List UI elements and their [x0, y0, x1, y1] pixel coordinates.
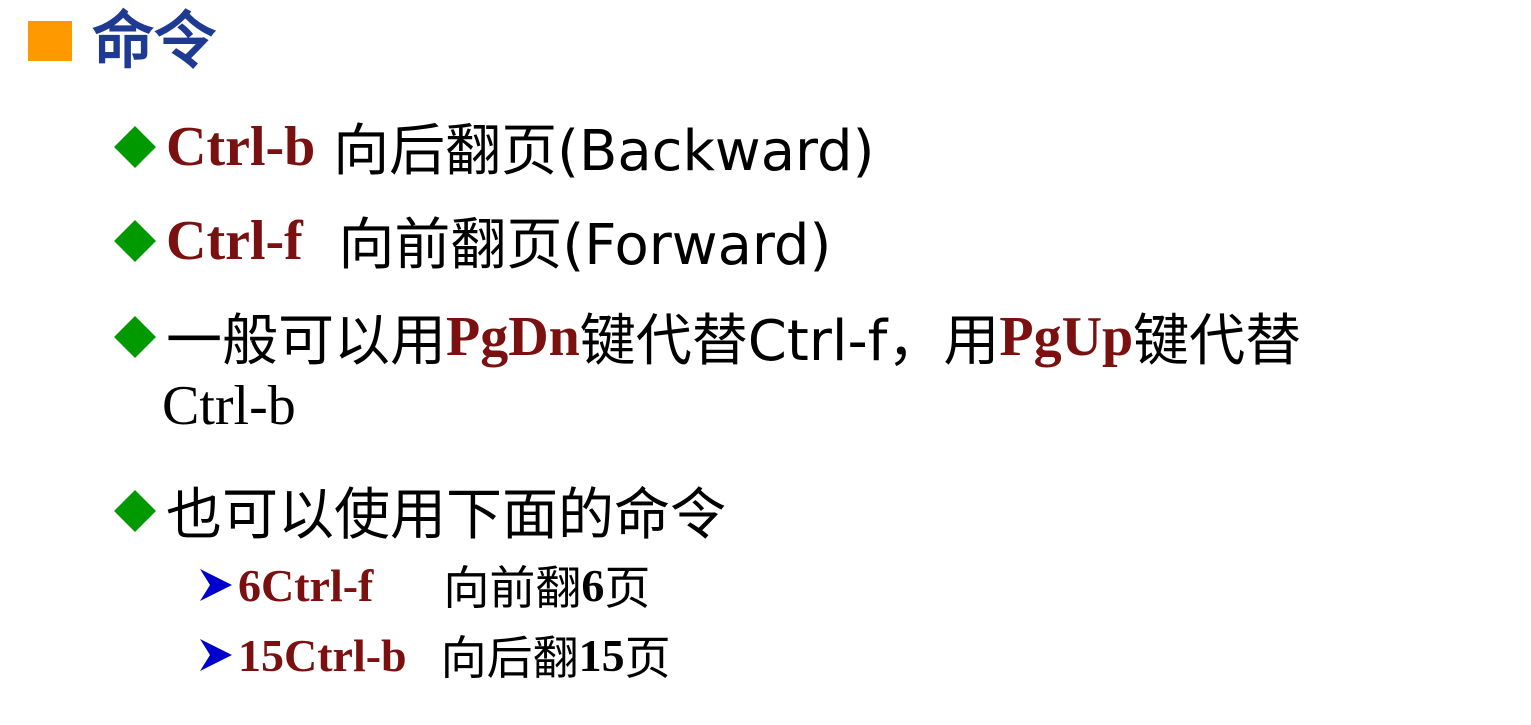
sub-bullet-text-before: 向前翻 [443, 561, 582, 615]
bullet-text: 向前翻页(Forward) [302, 213, 832, 278]
slide-heading: 命令 [28, 6, 216, 76]
slide-title: 命令 [92, 4, 217, 77]
square-bullet-icon [28, 21, 72, 61]
bullet-suffix: 键代替 [1133, 309, 1302, 374]
diamond-bullet-icon [114, 125, 156, 168]
diamond-bullet-icon [114, 489, 156, 532]
bullet-item-other-commands: 也可以使用下面的命令 [114, 470, 726, 551]
sub-bullet-number: 6 [581, 559, 605, 611]
sub-bullet-6ctrl-f: 6Ctrl-f 向前翻 6 页 [198, 552, 650, 618]
bullet-key: Ctrl-f [166, 209, 303, 272]
diamond-bullet-icon [114, 219, 156, 262]
bullet-continuation: Ctrl-b [162, 375, 296, 437]
bullet-item-pgdn-pgup: 一般可以用 PgDn 键代替Ctrl-f，用 PgUp 键代替 [114, 296, 1302, 377]
diamond-bullet-icon [114, 315, 156, 358]
arrow-bullet-icon [200, 569, 232, 601]
sub-bullet-key: 15Ctrl-b [238, 629, 407, 681]
bullet-key: Ctrl-b [166, 115, 316, 178]
bullet-key-pgup: PgUp [999, 305, 1134, 368]
bullet-key-pgdn: PgDn [446, 305, 580, 368]
sub-bullet-text-after: 页 [624, 631, 671, 685]
arrow-bullet-icon [200, 639, 232, 671]
sub-bullet-number: 15 [578, 629, 625, 681]
bullet-item-ctrl-b: Ctrl-b 向后翻页(Backward) [114, 106, 875, 187]
bullet-item-ctrl-f: Ctrl-f 向前翻页(Forward) [114, 200, 832, 281]
bullet-text: 向后翻页(Backward) [315, 119, 875, 184]
sub-bullet-text-after: 页 [604, 561, 651, 615]
bullet-text: 也可以使用下面的命令 [166, 483, 726, 548]
sub-bullet-text-before: 向后翻 [440, 631, 579, 685]
sub-bullet-key: 6Ctrl-f [238, 559, 374, 611]
bullet-mid: 键代替Ctrl-f，用 [579, 309, 1000, 374]
sub-bullet-15ctrl-b: 15Ctrl-b 向后翻 15 页 [198, 622, 671, 688]
bullet-prefix: 一般可以用 [166, 309, 446, 374]
